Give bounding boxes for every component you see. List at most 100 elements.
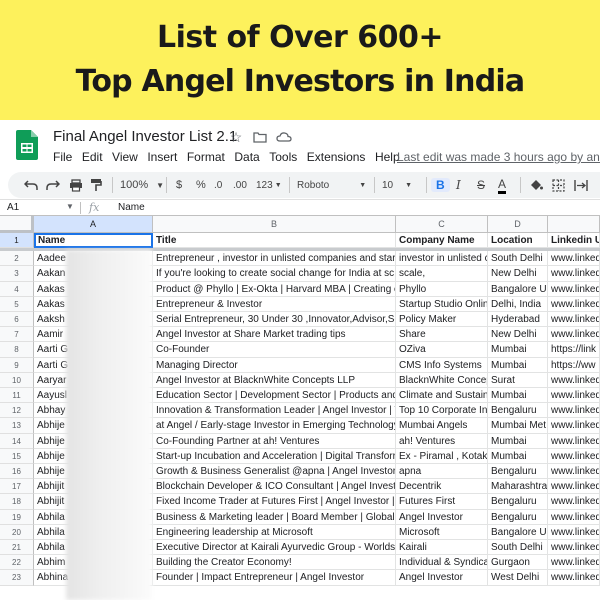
row-number[interactable]: 16 [0,464,34,480]
document-title[interactable]: Final Angel Investor List 2.1 [53,128,237,145]
grid-cell[interactable]: Bangalore Ur [488,524,548,540]
grid-cell[interactable]: www.linked [548,570,600,586]
row-number[interactable]: 15 [0,448,34,464]
grid-cell[interactable]: www.linked [548,266,600,282]
grid-cell[interactable]: www.linked [548,540,600,556]
grid-cell[interactable]: Mumbai [488,388,548,404]
move-folder-icon[interactable] [252,129,268,145]
strikethrough-button[interactable]: S [477,176,485,194]
grid-cell[interactable]: Phyllo [396,281,488,297]
grid-cell[interactable]: Decentrik [396,479,488,495]
grid-cell[interactable]: Innovation & Transformation Leader | Ang… [153,403,396,419]
grid-cell[interactable]: West Delhi [488,570,548,586]
grid-cell[interactable]: Linkedin U [548,233,600,249]
grid-cell[interactable]: Policy Maker [396,312,488,328]
grid-cell[interactable]: Bengaluru [488,403,548,419]
row-number[interactable]: 14 [0,433,34,449]
grid-cell[interactable]: www.linked [548,509,600,525]
menu-insert[interactable]: Insert [147,150,177,164]
grid-cell[interactable]: Bangalore Ur [488,281,548,297]
grid-cell[interactable]: https://ww [548,357,600,373]
redo-icon[interactable] [46,176,60,194]
grid-cell[interactable]: OZiva [396,342,488,358]
grid-cell[interactable]: Fixed Income Trader at Futures First | A… [153,494,396,510]
column-header-c[interactable]: C [396,216,488,233]
grid-cell[interactable]: Mumbai [488,448,548,464]
menu-tools[interactable]: Tools [269,150,297,164]
grid-cell[interactable]: Kairali [396,540,488,556]
sheets-logo-icon[interactable] [16,130,38,160]
row-number[interactable]: 21 [0,540,34,556]
grid-cell[interactable]: Founder | Impact Entrepreneur | Angel In… [153,570,396,586]
grid-cell[interactable]: South Delhi [488,251,548,267]
grid-cell[interactable]: Ex - Piramal , Kotak [396,448,488,464]
row-number[interactable]: 2 [0,251,34,267]
grid-cell[interactable]: BlacknWhite Concep [396,372,488,388]
spreadsheet-grid[interactable]: A B C D 1 Name Title Company Name Location Linked… [0,216,600,600]
active-cell[interactable]: Name [34,233,153,249]
grid-cell[interactable]: Title [153,233,396,249]
grid-cell[interactable]: www.linked [548,479,600,495]
text-color-button[interactable]: A [498,176,507,194]
row-number[interactable]: 17 [0,479,34,495]
grid-cell[interactable]: www.linked [548,555,600,571]
bold-button[interactable]: B [431,176,450,194]
grid-cell[interactable]: Angel Investor [396,570,488,586]
paint-format-icon[interactable] [90,176,102,194]
grid-cell[interactable]: South Delhi [488,540,548,556]
grid-cell[interactable]: investor in unlisted c [396,251,488,267]
grid-cell[interactable]: apna [396,464,488,480]
grid-cell[interactable]: Executive Director at Kairali Ayurvedic … [153,540,396,556]
grid-cell[interactable]: Blockchain Developer & ICO Consultant | … [153,479,396,495]
grid-cell[interactable]: Entrepreneur & Investor [153,296,396,312]
menu-format[interactable]: Format [187,150,225,164]
grid-cell[interactable]: Surat [488,372,548,388]
row-number[interactable]: 12 [0,403,34,419]
grid-cell[interactable]: www.linked [548,403,600,419]
name-box[interactable]: A1 [7,202,19,213]
row-number[interactable]: 19 [0,509,34,525]
row-number[interactable]: 11 [0,388,34,404]
currency-format-button[interactable]: $ [176,176,182,194]
grid-cell[interactable]: www.linked [548,433,600,449]
column-header-b[interactable]: B [153,216,396,233]
column-header-d[interactable]: D [488,216,548,233]
grid-cell[interactable]: Mumbai Angels [396,418,488,434]
grid-cell[interactable]: www.linked [548,464,600,480]
grid-cell[interactable]: www.linked [548,418,600,434]
grid-cell[interactable]: New Delhi [488,266,548,282]
row-number[interactable]: 4 [0,281,34,297]
menu-help[interactable]: Help [375,150,400,164]
row-number[interactable]: 20 [0,524,34,540]
zoom-select[interactable]: 100% ▼ [120,176,164,194]
row-number[interactable]: 9 [0,357,34,373]
merge-cells-icon[interactable] [574,176,588,194]
grid-cell[interactable]: www.linked [548,312,600,328]
grid-cell[interactable]: www.linked [548,494,600,510]
grid-cell[interactable]: Startup Studio Onlin [396,296,488,312]
grid-cell[interactable]: Top 10 Corporate Inn [396,403,488,419]
grid-cell[interactable]: scale, [396,266,488,282]
grid-cell[interactable]: https://link [548,342,600,358]
decrease-decimal-button[interactable]: .0 [214,176,222,194]
print-icon[interactable] [69,176,83,194]
grid-cell[interactable]: Individual & Syndicat [396,555,488,571]
grid-cell[interactable]: www.linked [548,388,600,404]
grid-cell[interactable]: If you're looking to create social chang… [153,266,396,282]
grid-cell[interactable]: Start-up Incubation and Acceleration | D… [153,448,396,464]
grid-cell[interactable]: Company Name [396,233,488,249]
grid-cell[interactable]: www.linked [548,281,600,297]
grid-cell[interactable]: Share [396,327,488,343]
last-edit-link[interactable]: Last edit was made 3 hours ago by anonym [397,150,600,164]
menu-file[interactable]: File [53,150,72,164]
fill-color-icon[interactable] [529,176,543,194]
grid-cell[interactable]: Maharashtra [488,479,548,495]
row-number[interactable]: 5 [0,296,34,312]
menu-edit[interactable]: Edit [82,150,103,164]
grid-cell[interactable]: Engineering leadership at Microsoft [153,524,396,540]
grid-cell[interactable]: Business & Marketing leader | Board Memb… [153,509,396,525]
increase-decimal-button[interactable]: .00 [233,176,247,194]
grid-cell[interactable]: Angel Investor at BlacknWhite Concepts L… [153,372,396,388]
row-number[interactable]: 13 [0,418,34,434]
percent-format-button[interactable]: % [196,176,206,194]
